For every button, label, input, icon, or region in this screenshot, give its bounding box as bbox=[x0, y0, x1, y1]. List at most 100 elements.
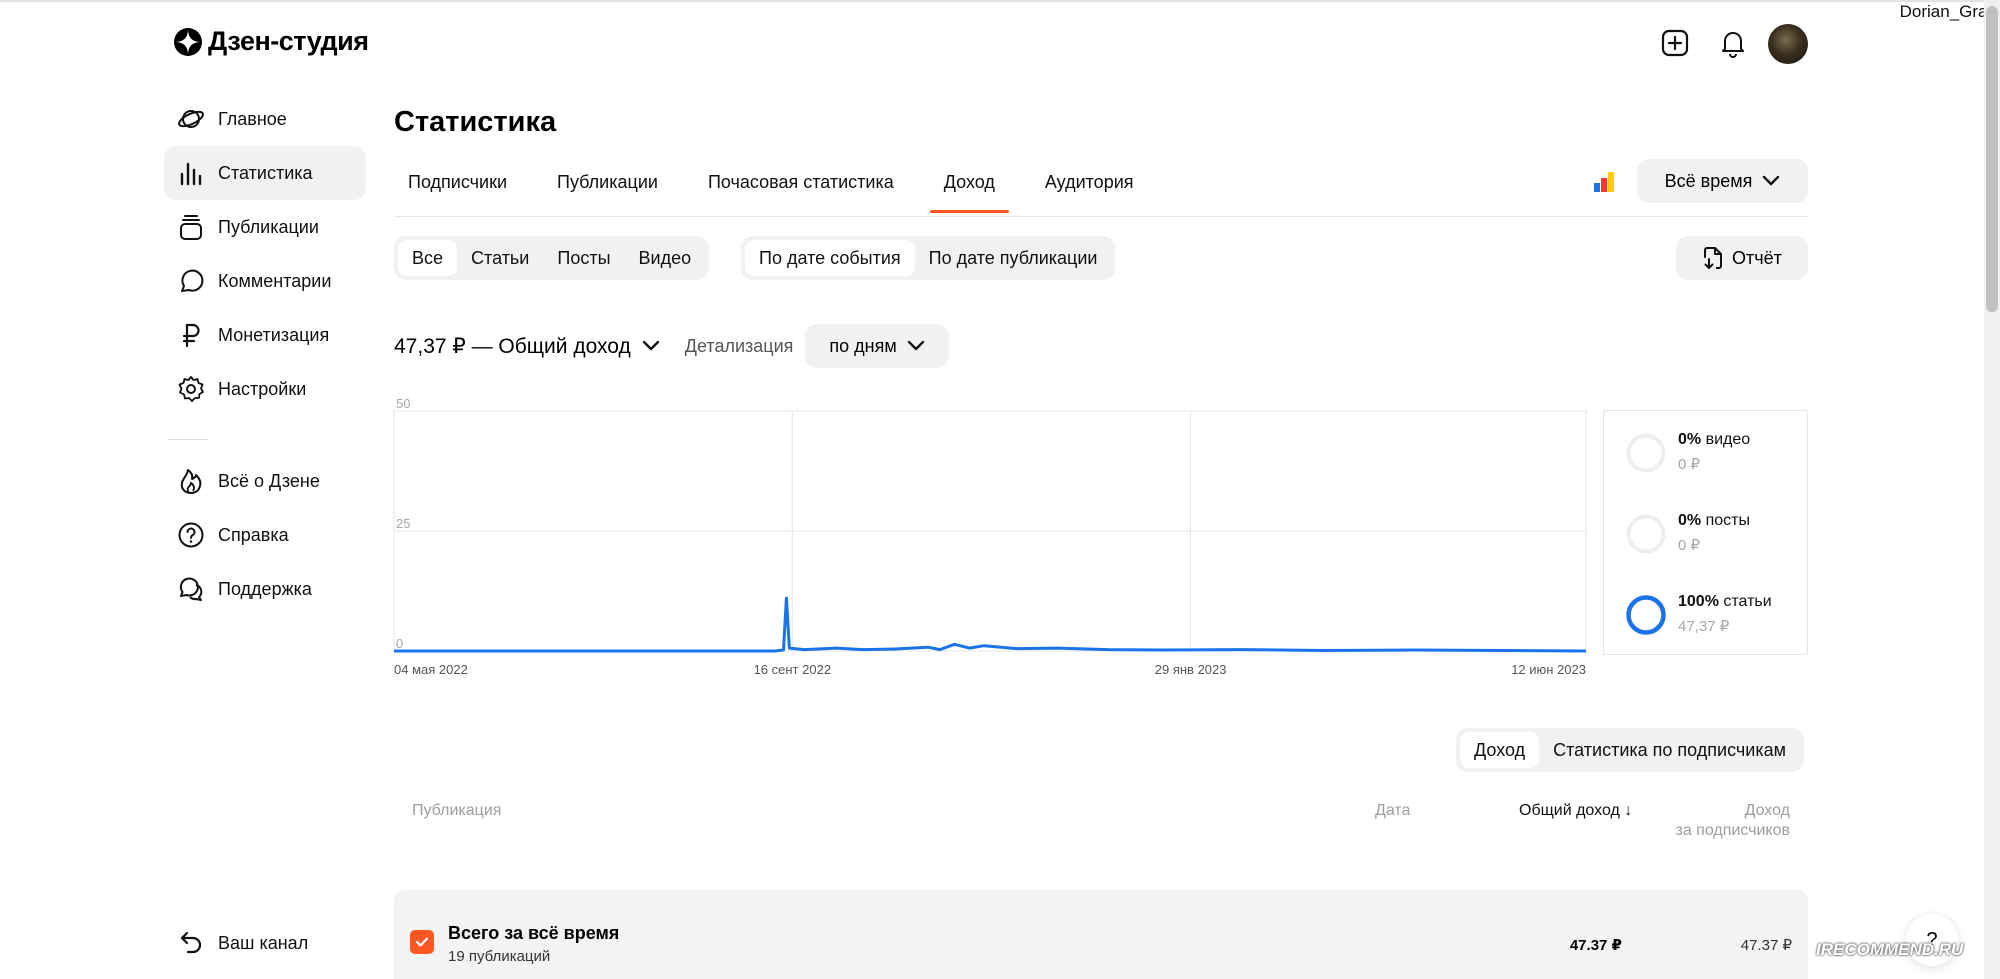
sidebar: Главное Статистика Публикации Комментари… bbox=[164, 92, 366, 616]
donut-ring bbox=[1626, 433, 1666, 473]
watermark: IRECOMMEND.RU bbox=[1816, 940, 1963, 960]
total-income-row: 47,37 ₽ — Общий доход Детализация по дня… bbox=[394, 324, 949, 368]
gear-icon bbox=[176, 374, 206, 404]
sidebar-item-monetization[interactable]: Монетизация bbox=[164, 308, 366, 362]
report-button[interactable]: Отчёт bbox=[1676, 236, 1808, 280]
return-icon bbox=[176, 928, 206, 958]
sidebar-item-comments[interactable]: Комментарии bbox=[164, 254, 366, 308]
filter-posts[interactable]: Посты bbox=[543, 240, 624, 276]
detail-value: по дням bbox=[829, 335, 897, 356]
col-header-date[interactable]: Дата bbox=[1375, 802, 1410, 820]
summary-title: Всего за всё время bbox=[448, 923, 620, 943]
breakdown-articles: 100% статьи 47,37 ₽ bbox=[1624, 593, 1772, 637]
sidebar-item-about-zen[interactable]: Всё о Дзене bbox=[164, 454, 366, 508]
top-border bbox=[0, 0, 2000, 2]
stack-icon bbox=[176, 212, 206, 242]
table-mode-subscribers[interactable]: Статистика по подписчикам bbox=[1539, 732, 1800, 768]
tabs-divider bbox=[394, 216, 1808, 217]
plus-square-icon bbox=[1661, 29, 1689, 57]
question-circle-icon bbox=[176, 520, 206, 550]
notifications-button[interactable] bbox=[1716, 26, 1750, 60]
logo-text: Дзен-студия bbox=[208, 26, 369, 56]
breakdown-percent: 100% bbox=[1678, 593, 1719, 610]
report-label: Отчёт bbox=[1732, 247, 1782, 268]
filter-articles[interactable]: Статьи bbox=[457, 240, 543, 276]
donut-ring bbox=[1626, 514, 1666, 554]
donut-ring bbox=[1626, 595, 1666, 635]
sidebar-item-support[interactable]: Поддержка bbox=[164, 562, 366, 616]
metrica-icon[interactable] bbox=[1592, 170, 1616, 194]
sidebar-item-label: Монетизация bbox=[218, 324, 330, 345]
sidebar-item-stats[interactable]: Статистика bbox=[164, 146, 366, 200]
chat-bubbles-icon bbox=[176, 574, 206, 604]
filter-all[interactable]: Все bbox=[398, 240, 458, 276]
sidebar-item-publications[interactable]: Публикации bbox=[164, 200, 366, 254]
chevron-down-icon bbox=[1763, 175, 1780, 186]
filter-by-publication-date[interactable]: По дате публикации bbox=[915, 240, 1112, 276]
table-row-summary: Всего за всё время 19 публикаций 47.37 ₽… bbox=[394, 890, 1808, 979]
period-select[interactable]: Всё время bbox=[1637, 159, 1808, 203]
page-title: Статистика bbox=[394, 106, 557, 138]
scrollbar-thumb[interactable] bbox=[1986, 6, 1998, 312]
summary-subtitle: 19 публикаций bbox=[448, 948, 551, 965]
report-download-icon bbox=[1704, 247, 1723, 269]
x-tick-label: 29 янв 2023 bbox=[1155, 662, 1227, 677]
tab-income[interactable]: Доход bbox=[929, 160, 1010, 213]
income-series-line bbox=[394, 596, 1587, 653]
bell-icon bbox=[1722, 32, 1744, 58]
col-header-subs-income[interactable]: Доход за подписчиков bbox=[1676, 802, 1791, 840]
breakdown-sum: 47,37 ₽ bbox=[1678, 618, 1730, 635]
filter-by-event-date[interactable]: По дате события bbox=[745, 240, 915, 276]
content-type-filter: Все Статьи Посты Видео bbox=[394, 236, 710, 280]
income-chart-svg: 50 25 0 04 мая 2022 16 сент 2022 29 янв 2023 1… bbox=[393, 396, 1587, 677]
period-label: Всё время bbox=[1664, 170, 1753, 191]
chevron-down-icon bbox=[907, 340, 924, 351]
sidebar-item-help[interactable]: Справка bbox=[164, 508, 366, 562]
breakdown-name: посты bbox=[1705, 512, 1750, 529]
summary-checkbox[interactable] bbox=[410, 930, 434, 954]
sidebar-item-main[interactable]: Главное bbox=[164, 92, 366, 146]
table-mode-switch: Доход Статистика по подписчикам bbox=[1456, 728, 1804, 772]
chevron-down-icon[interactable] bbox=[641, 339, 661, 353]
planet-icon bbox=[176, 104, 206, 134]
detail-select[interactable]: по дням bbox=[805, 324, 949, 368]
checkmark-icon bbox=[415, 937, 429, 947]
table-mode-income[interactable]: Доход bbox=[1460, 732, 1540, 768]
total-income-selector[interactable]: 47,37 ₽ — Общий доход bbox=[394, 334, 631, 359]
col-header-total-income[interactable]: Общий доход ↓ bbox=[1519, 802, 1632, 820]
breakdown-percent: 0% bbox=[1678, 431, 1702, 448]
sidebar-item-label: Поддержка bbox=[218, 578, 312, 599]
col-header-subs-line1: Доход bbox=[1744, 802, 1790, 819]
sidebar-item-your-channel[interactable]: Ваш канал bbox=[164, 917, 308, 969]
tab-publications[interactable]: Публикации bbox=[543, 160, 672, 213]
sidebar-item-label: Статистика bbox=[218, 162, 313, 183]
detail-label: Детализация bbox=[684, 335, 794, 356]
zen-logo-icon bbox=[174, 27, 202, 56]
breakdown-name: статьи bbox=[1723, 593, 1772, 610]
x-tick-label: 16 сент 2022 bbox=[754, 662, 831, 677]
summary-subs-income: 47.37 ₽ bbox=[1740, 937, 1792, 954]
ruble-icon bbox=[176, 320, 206, 350]
tab-audience[interactable]: Аудитория bbox=[1031, 160, 1148, 213]
sidebar-item-settings[interactable]: Настройки bbox=[164, 362, 366, 416]
sidebar-divider bbox=[168, 439, 208, 440]
breakdown-sum: 0 ₽ bbox=[1678, 537, 1701, 554]
summary-total-income: 47.37 ₽ bbox=[1569, 937, 1622, 954]
create-button[interactable] bbox=[1658, 26, 1692, 60]
content-type-breakdown: 0% видео 0 ₽ 0% посты 0 ₽ 100% статьи 47… bbox=[1603, 410, 1808, 655]
scrollbar[interactable] bbox=[1984, 0, 2000, 979]
logo[interactable]: Дзен-студия bbox=[174, 26, 369, 57]
filter-video[interactable]: Видео bbox=[625, 240, 706, 276]
breakdown-video: 0% видео 0 ₽ bbox=[1624, 431, 1750, 475]
tab-subscribers[interactable]: Подписчики bbox=[394, 160, 521, 213]
y-tick-label: 0 bbox=[396, 636, 403, 651]
sidebar-item-label: Всё о Дзене bbox=[218, 470, 320, 491]
tab-hourly[interactable]: Почасовая статистика bbox=[694, 160, 908, 213]
avatar[interactable] bbox=[1768, 24, 1808, 64]
breakdown-sum: 0 ₽ bbox=[1678, 456, 1701, 473]
breakdown-percent: 0% bbox=[1678, 512, 1702, 529]
watermark-text: IRECOMMEND.RU bbox=[1816, 940, 1964, 959]
breakdown-name: видео bbox=[1705, 431, 1751, 448]
col-header-publication[interactable]: Публикация bbox=[412, 802, 501, 820]
sidebar-item-label: Главное bbox=[218, 108, 287, 129]
